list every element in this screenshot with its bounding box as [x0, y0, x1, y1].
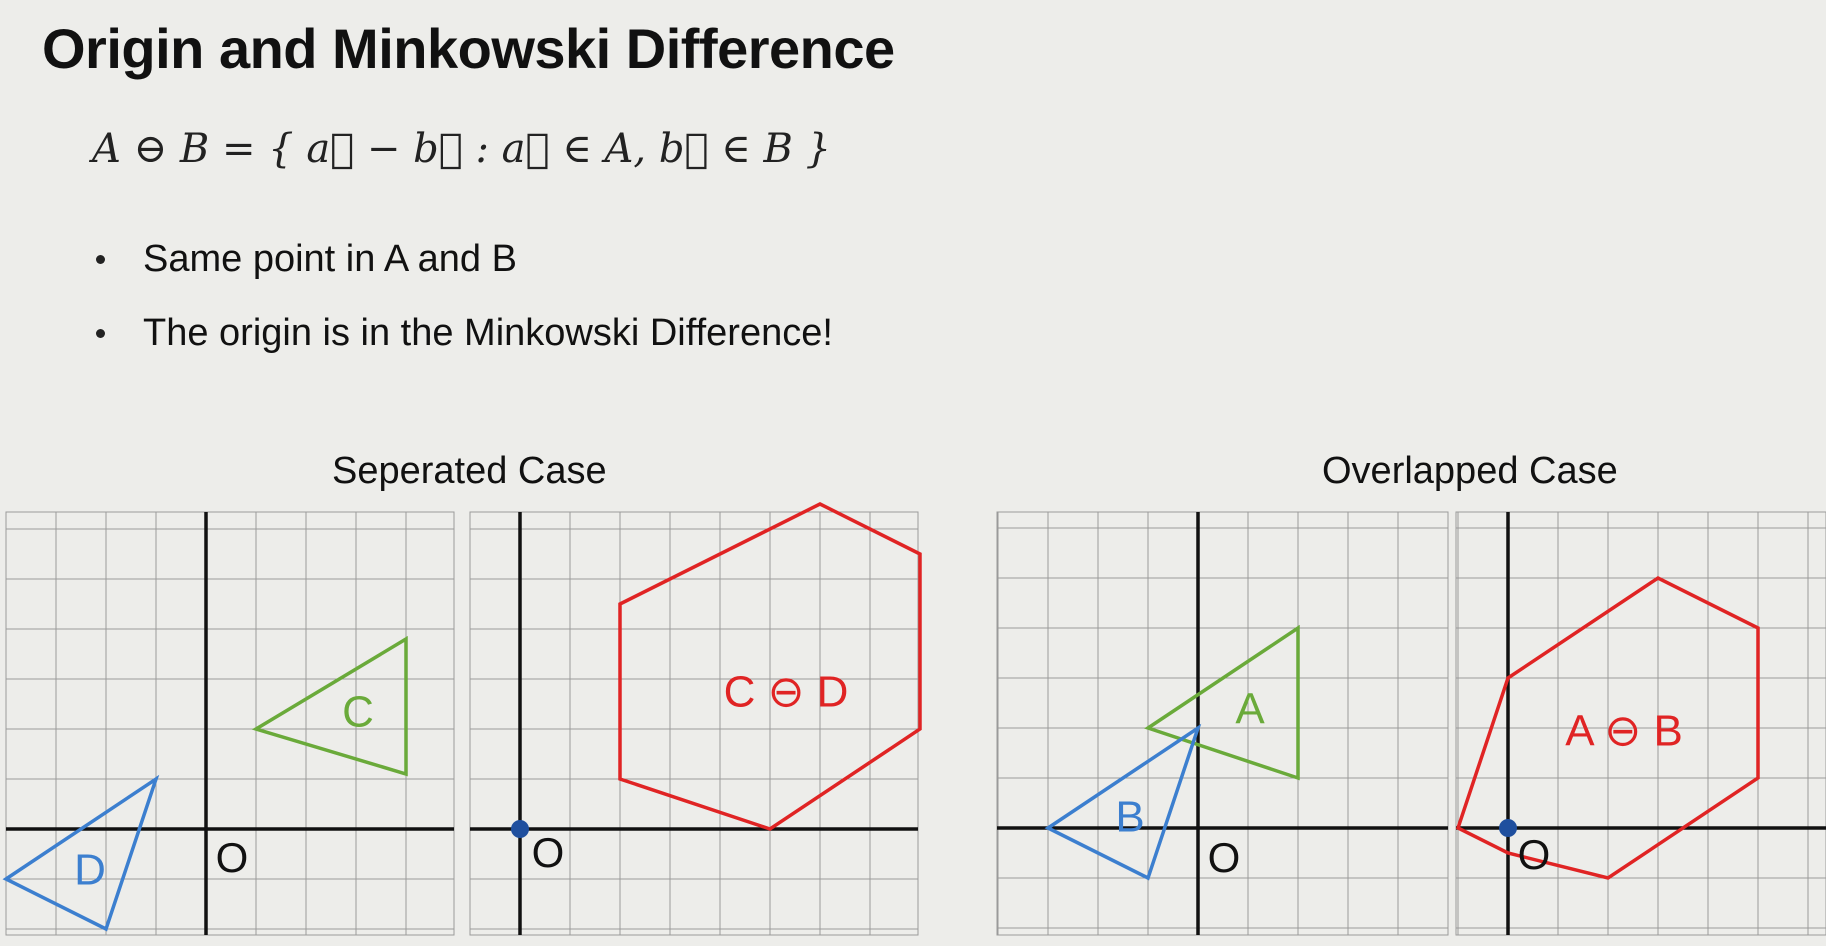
label-d: D — [74, 846, 106, 895]
label-b: B — [1115, 793, 1144, 842]
shape-c — [251, 635, 408, 777]
origin-label: O — [216, 834, 249, 881]
label-c: C — [342, 688, 374, 737]
panel-separated-shapes: C D O — [2, 511, 455, 936]
diagram-canvas: C D O C ⊖ D O A B O A ⊖ B O — [2, 502, 1826, 936]
origin-label: O — [1208, 834, 1241, 881]
label-a: A — [1235, 685, 1265, 734]
panel-overlapped-shapes: A B O — [996, 511, 1449, 936]
label-a-minus-b: A ⊖ B — [1565, 707, 1683, 756]
panel-separated-difference: C ⊖ D O — [469, 502, 922, 936]
shape-a — [1144, 624, 1300, 781]
origin-dot — [1499, 819, 1517, 837]
origin-label: O — [1518, 831, 1551, 878]
origin-label: O — [532, 829, 565, 876]
origin-dot — [511, 820, 529, 838]
label-c-minus-d: C ⊖ D — [724, 668, 849, 717]
panel-overlapped-difference: A ⊖ B O — [1455, 511, 1826, 936]
